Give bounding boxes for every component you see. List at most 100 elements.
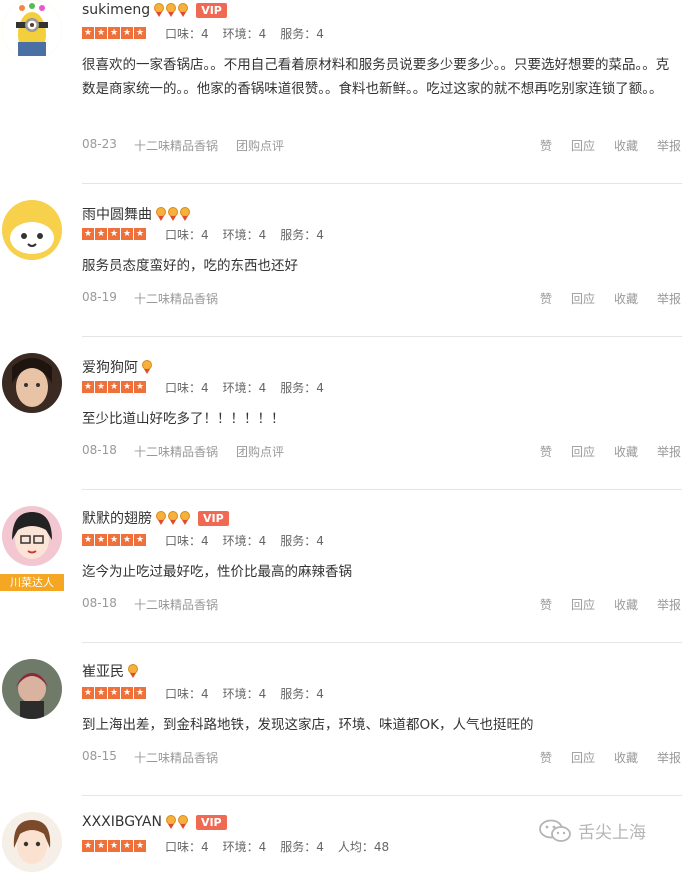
medal-icon <box>166 3 177 17</box>
divider <box>82 183 682 184</box>
like-button[interactable]: 赞 <box>540 443 552 460</box>
score-environment: 环境：4 <box>222 533 267 548</box>
star-icon: ★ <box>121 228 133 240</box>
avatar[interactable] <box>2 0 62 60</box>
star-icon: ★ <box>82 534 94 546</box>
favorite-button[interactable]: 收藏 <box>614 137 638 154</box>
like-button[interactable]: 赞 <box>540 137 552 154</box>
shop-link[interactable]: 十二味精品香锅 <box>134 290 218 307</box>
star-rating: ★ ★ ★ ★ ★ <box>82 840 147 852</box>
user-name-row: 爱狗狗阿 <box>82 357 154 377</box>
score-environment: 环境：4 <box>222 686 267 701</box>
report-button[interactable]: 举报 <box>657 137 681 154</box>
avatar[interactable] <box>2 506 62 566</box>
shop-link[interactable]: 十二味精品香锅 <box>134 137 218 154</box>
favorite-button[interactable]: 收藏 <box>614 749 638 766</box>
minion-avatar-icon <box>2 0 62 60</box>
report-button[interactable]: 举报 <box>657 443 681 460</box>
star-icon: ★ <box>95 534 107 546</box>
score-service: 服务：4 <box>280 227 324 242</box>
star-icon: ★ <box>82 687 94 699</box>
wechat-icon <box>539 819 571 842</box>
star-rating: ★ ★ ★ ★ ★ <box>82 534 147 546</box>
favorite-button[interactable]: 收藏 <box>614 443 638 460</box>
score-taste: 口味：4 <box>165 380 209 395</box>
score-service: 服务：4 <box>280 686 324 701</box>
medal-icon <box>168 511 178 525</box>
star-icon: ★ <box>82 381 94 393</box>
review-meta: 08-23 十二味精品香锅 团购点评 赞 回应 收藏 举报 <box>82 137 684 155</box>
review-meta: 08-18 十二味精品香锅 赞 回应 收藏 举报 <box>82 596 684 614</box>
group-review-link[interactable]: 团购点评 <box>236 137 284 154</box>
reply-button[interactable]: 回应 <box>571 137 595 154</box>
review-date: 08-18 <box>82 596 117 610</box>
report-button[interactable]: 举报 <box>657 749 681 766</box>
star-rating: ★ ★ ★ ★ ★ <box>82 687 147 699</box>
avatar[interactable] <box>2 812 62 872</box>
like-button[interactable]: 赞 <box>540 290 552 307</box>
user-name-row: 雨中圆舞曲 <box>82 204 192 224</box>
medal-icon <box>178 3 189 17</box>
score-taste: 口味：4 <box>165 533 209 548</box>
cartoon-avatar-icon <box>2 812 62 872</box>
photo-avatar-icon <box>2 659 62 719</box>
star-icon: ★ <box>95 381 107 393</box>
review-date: 08-19 <box>82 290 117 304</box>
medal-icon <box>168 207 178 221</box>
medal-icon <box>177 815 188 829</box>
user-name[interactable]: XXXIBGYAN <box>82 814 162 830</box>
score-taste: 口味：4 <box>165 686 209 701</box>
favorite-button[interactable]: 收藏 <box>614 596 638 613</box>
avatar[interactable] <box>2 200 62 260</box>
like-button[interactable]: 赞 <box>540 749 552 766</box>
report-button[interactable]: 举报 <box>657 290 681 307</box>
divider <box>82 795 682 796</box>
rating-row: ★ ★ ★ ★ ★ 口味：4 环境：4 服务：4 <box>82 532 338 548</box>
cartoon-avatar-icon <box>2 200 62 260</box>
reply-button[interactable]: 回应 <box>571 290 595 307</box>
star-icon: ★ <box>108 840 120 852</box>
score-environment: 环境：4 <box>222 380 267 395</box>
score-environment: 环境：4 <box>222 839 267 854</box>
review-content: 至少比道山好吃多了！！！！！！ <box>82 411 285 427</box>
star-icon: ★ <box>95 228 107 240</box>
shop-link[interactable]: 十二味精品香锅 <box>134 443 218 460</box>
favorite-button[interactable]: 收藏 <box>614 290 638 307</box>
star-icon: ★ <box>121 381 133 393</box>
star-rating: ★ ★ ★ ★ ★ <box>82 228 147 240</box>
reply-button[interactable]: 回应 <box>571 443 595 460</box>
cartoon-avatar-icon <box>2 506 62 566</box>
vip-badge: VIP <box>198 510 229 526</box>
user-name[interactable]: 雨中圆舞曲 <box>82 204 152 224</box>
medal-icon <box>128 664 138 678</box>
expert-tag: 川菜达人 <box>0 574 64 591</box>
avatar[interactable] <box>2 659 62 719</box>
like-button[interactable]: 赞 <box>540 596 552 613</box>
user-name[interactable]: sukimeng <box>82 2 150 18</box>
user-name-row: 默默的翅膀 VIP <box>82 508 229 528</box>
star-icon: ★ <box>108 687 120 699</box>
user-name[interactable]: 爱狗狗阿 <box>82 357 138 377</box>
rating-row: ★ ★ ★ ★ ★ 口味：4 环境：4 服务：4 <box>82 226 338 242</box>
divider <box>82 336 682 337</box>
score-service: 服务：4 <box>280 26 324 41</box>
user-name-row: 崔亚民 <box>82 661 140 681</box>
watermark-text: 舌尖上海 <box>578 823 646 843</box>
rating-row: ★ ★ ★ ★ ★ 口味：4 环境：4 服务：4 <box>82 685 338 701</box>
star-icon: ★ <box>95 840 107 852</box>
medal-icon <box>180 511 190 525</box>
medal-icon <box>156 511 166 525</box>
photo-avatar-icon <box>2 353 62 413</box>
user-name[interactable]: 崔亚民 <box>82 661 124 681</box>
avatar[interactable] <box>2 353 62 413</box>
star-icon: ★ <box>82 840 94 852</box>
report-button[interactable]: 举报 <box>657 596 681 613</box>
user-name[interactable]: 默默的翅膀 <box>82 508 152 528</box>
vip-badge: VIP <box>196 2 227 18</box>
group-review-link[interactable]: 团购点评 <box>236 443 284 460</box>
reply-button[interactable]: 回应 <box>571 749 595 766</box>
score-taste: 口味：4 <box>165 26 209 41</box>
shop-link[interactable]: 十二味精品香锅 <box>134 749 218 766</box>
reply-button[interactable]: 回应 <box>571 596 595 613</box>
shop-link[interactable]: 十二味精品香锅 <box>134 596 218 613</box>
